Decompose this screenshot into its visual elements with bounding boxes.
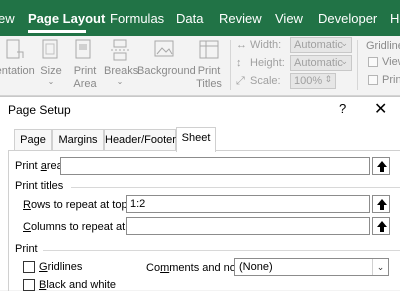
chevron-down-icon: ⌄ — [372, 259, 388, 275]
rows-to-repeat-label: Rows to repeat at top: — [23, 199, 131, 211]
section-divider — [43, 250, 400, 251]
width-select[interactable]: Automatic ⌄ — [290, 37, 352, 53]
view-gridlines-label: View — [382, 56, 400, 68]
tab-page-layout[interactable]: Page Layout — [28, 11, 105, 26]
page-size-icon — [42, 39, 58, 59]
print-titles-heading: Print titles — [15, 180, 64, 192]
print-area-button[interactable]: Print Area ⌄ — [70, 38, 100, 104]
print-titles-label-2: Titles — [196, 78, 222, 90]
spinner-arrows-icon: ⇕ — [324, 74, 332, 84]
sheet-tab-panel: Print area: Print titles Rows to repeat … — [8, 151, 400, 291]
tab-developer[interactable]: Developer — [318, 11, 377, 26]
tab-header-footer[interactable]: Header/Footer — [104, 129, 176, 151]
height-icon: ↕ — [236, 57, 242, 69]
breaks-icon — [111, 39, 129, 61]
tab-review[interactable]: Review — [219, 11, 262, 26]
print-area-collapse-button[interactable] — [372, 157, 390, 175]
comments-select[interactable]: (None) ⌄ — [234, 258, 389, 276]
tab-view-partial[interactable]: ew — [0, 11, 15, 26]
tab-formulas[interactable]: Formulas — [110, 11, 164, 26]
print-gridlines-label: Prin — [382, 74, 400, 86]
comments-value: (None) — [239, 261, 273, 273]
height-select[interactable]: Automatic ⌄ — [290, 55, 352, 71]
collapse-dialog-icon — [377, 161, 387, 172]
background-label: Background — [137, 65, 196, 77]
active-tab-indicator — [28, 30, 86, 33]
print-titles-icon — [199, 40, 219, 59]
collapse-dialog-icon — [377, 221, 387, 232]
width-value: Automatic — [294, 39, 343, 51]
group-separator — [357, 40, 358, 90]
tab-page[interactable]: Page — [14, 129, 52, 151]
tab-sheet[interactable]: Sheet — [176, 127, 216, 152]
chevron-down-icon: ⌄ — [340, 56, 348, 66]
rows-to-repeat-input[interactable]: 1:2 — [126, 195, 370, 213]
width-label: Width: — [250, 39, 282, 51]
print-titles-button[interactable]: Print Titles — [194, 38, 224, 91]
print-area-icon — [75, 39, 91, 59]
print-area-label-2: Area — [73, 78, 97, 90]
orientation-button[interactable]: ientation — [0, 38, 36, 78]
print-area-label: Print area: — [15, 160, 66, 172]
collapse-dialog-icon — [377, 199, 387, 210]
dialog-tabstrip: Page Margins Header/Footer Sheet — [8, 127, 400, 152]
height-value: Automatic — [294, 57, 343, 69]
page-setup-dialog: Page Setup ? ✕ Page Margins Header/Foote… — [0, 96, 400, 291]
tab-data[interactable]: Data — [176, 11, 203, 26]
width-icon: ↔ — [236, 39, 247, 51]
print-heading: Print — [15, 243, 38, 255]
chevron-down-icon: ⌄ — [340, 38, 348, 48]
scale-spinner[interactable]: 100% ⇕ — [290, 73, 336, 89]
print-area-input[interactable] — [60, 157, 370, 175]
black-and-white-checkbox[interactable] — [23, 279, 35, 291]
print-area-label-1: Print — [73, 65, 97, 77]
tab-view[interactable]: View — [275, 11, 303, 26]
print-titles-label-1: Print — [197, 65, 221, 77]
orientation-label: ientation — [0, 65, 35, 77]
size-button[interactable]: Size ⌄ — [38, 38, 64, 86]
scale-icon: ⤢ — [236, 75, 245, 87]
columns-to-repeat-collapse-button[interactable] — [372, 217, 390, 235]
background-image-icon — [154, 40, 174, 57]
dialog-title: Page Setup — [8, 103, 71, 117]
gridlines-group-label: Gridline — [366, 40, 400, 52]
scale-value: 100% — [294, 75, 323, 87]
background-button[interactable]: Background — [137, 38, 196, 78]
breaks-dropdown-icon: ⌄ — [116, 77, 124, 86]
close-button[interactable]: ✕ — [374, 99, 387, 119]
section-divider — [71, 187, 400, 188]
columns-to-repeat-input[interactable] — [126, 217, 370, 235]
gridlines-label: Gridlines — [39, 261, 83, 273]
orientation-icon — [6, 39, 24, 59]
ribbon-tab-bar: ew Page Layout Formulas Data Review View… — [0, 0, 400, 36]
tab-margins[interactable]: Margins — [52, 129, 104, 151]
ribbon-body: ientation Size ⌄ Print Area ⌄ Breaks ⌄ — [0, 36, 400, 102]
size-dropdown-icon: ⌄ — [47, 77, 55, 86]
rows-to-repeat-collapse-button[interactable] — [372, 195, 390, 213]
scale-label: Scale: — [250, 75, 281, 87]
breaks-button[interactable]: Breaks ⌄ — [104, 38, 139, 86]
height-label: Height: — [250, 57, 285, 69]
view-gridlines-checkbox[interactable] — [368, 57, 378, 67]
size-label: Size — [40, 65, 62, 77]
print-gridlines-checkbox[interactable] — [368, 75, 378, 85]
help-button[interactable]: ? — [339, 101, 346, 116]
sheet-options-group: Gridline View Prin — [360, 36, 400, 96]
breaks-label: Breaks — [104, 65, 139, 77]
tab-help-partial[interactable]: He — [390, 11, 400, 26]
black-and-white-label: Black and white — [39, 279, 117, 291]
gridlines-checkbox[interactable] — [23, 261, 35, 273]
group-separator — [230, 40, 231, 90]
